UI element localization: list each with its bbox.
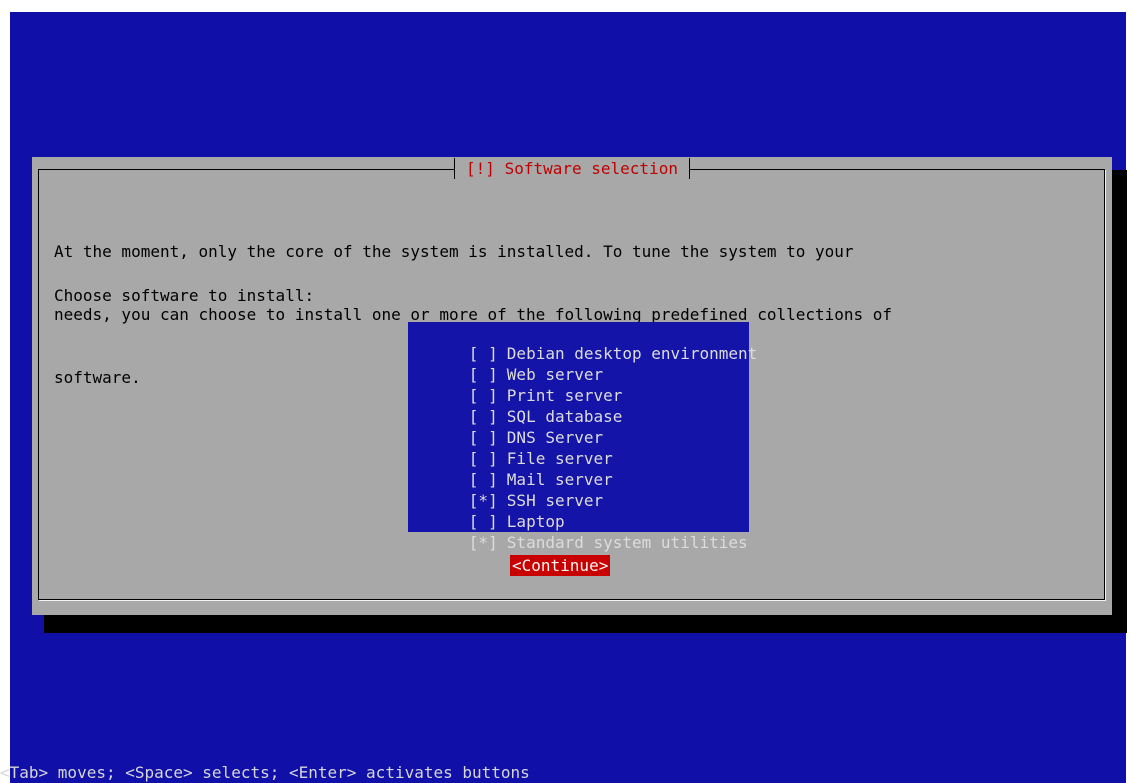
software-options-list[interactable]: [ ] Debian desktop environment [ ] Web ser… <box>408 322 757 552</box>
checkbox[interactable]: [ ] <box>469 427 507 448</box>
option-label: File server <box>506 449 613 468</box>
checkbox[interactable]: [ ] <box>469 511 507 532</box>
checkbox[interactable]: [*] <box>469 532 507 553</box>
option-label: DNS Server <box>506 428 604 447</box>
checkbox[interactable]: [ ] <box>469 385 507 406</box>
checkbox[interactable]: [ ] <box>469 364 507 385</box>
dialog-title-wrap: [!] Software selection <box>32 157 1112 181</box>
option-label: Print server <box>506 386 623 405</box>
keyboard-help-text: <Tab> moves; <Space> selects; <Enter> ac… <box>0 763 530 782</box>
option-label: Web server <box>506 365 604 384</box>
option-label: Debian desktop environment <box>506 344 758 363</box>
checkbox[interactable]: [ ] <box>469 343 507 364</box>
checkbox[interactable]: [ ] <box>469 469 507 490</box>
checkbox[interactable]: [ ] <box>469 448 507 469</box>
checkbox[interactable]: [*] <box>469 490 507 511</box>
option-label: SQL database <box>506 407 623 426</box>
software-option-debian-desktop-environment[interactable]: [ ] Debian desktop environment <box>408 322 757 363</box>
option-label: Laptop <box>506 512 565 531</box>
intro-line: At the moment, only the core of the syst… <box>54 242 854 261</box>
checkbox[interactable]: [ ] <box>469 406 507 427</box>
option-label: Standard system utilities <box>506 533 748 552</box>
continue-button[interactable]: <Continue> <box>510 555 611 576</box>
software-prompt: Choose software to install: <box>54 286 315 305</box>
dialog-title: [!] Software selection <box>454 158 690 179</box>
option-label: SSH server <box>506 491 604 510</box>
software-selection-dialog: [!] Software selection At the moment, on… <box>32 157 1112 615</box>
option-label: Mail server <box>506 470 613 489</box>
